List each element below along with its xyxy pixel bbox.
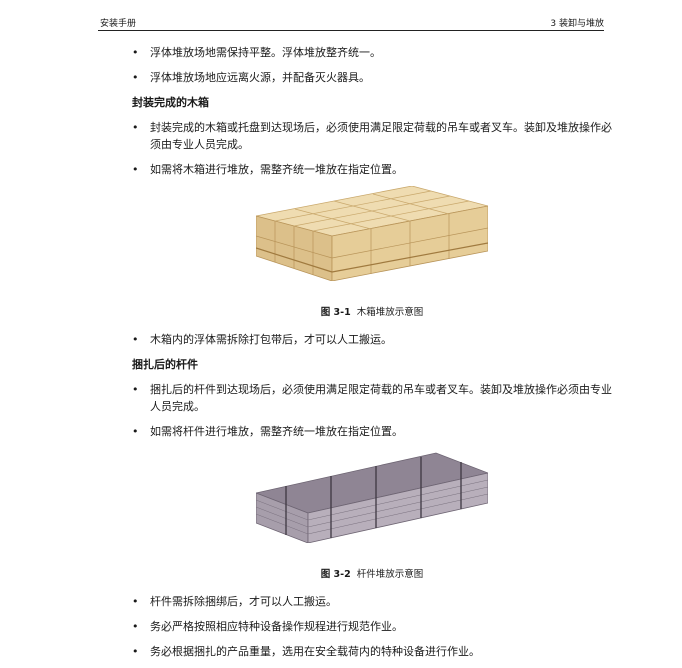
figure-caption-text: 木箱堆放示意图 [356,307,424,318]
section-heading: 封装完成的木箱 [132,96,209,109]
section-heading: 捆扎后的杆件 [132,358,198,371]
bullet-item: 浮体堆放场地应远离火源，并配备灭火器具。 [132,69,612,86]
figure-caption-text: 杆件堆放示意图 [356,569,424,580]
crate-stack-illustration [256,186,488,281]
figure-number: 图 3-2 [320,569,351,580]
header-chapter: 3 装卸与堆放 [550,19,604,29]
bullet-item: 捆扎后的杆件到达现场后，必须使用满足限定荷载的吊车或者叉车。装卸及堆放操作必须由… [132,381,612,415]
rod-bundle-illustration [256,452,488,543]
figure-caption: 图 3-2 杆件堆放示意图 [132,566,612,583]
bullet-item: 封装完成的木箱或托盘到达现场后，必须使用满足限定荷载的吊车或者叉车。装卸及堆放操… [132,119,612,153]
rod-figure [132,448,612,560]
bullet-item: 务必严格按照相应特种设备操作规程进行规范作业。 [132,618,612,635]
bullet-item: 如需将木箱进行堆放，需整齐统一堆放在指定位置。 [132,161,612,178]
figure-number: 图 3-1 [320,307,351,318]
page-header: 安装手册 3 装卸与堆放 [98,10,604,31]
bullet-item: 浮体堆放场地需保持平整。浮体堆放整齐统一。 [132,44,612,61]
header-title: 安装手册 [100,19,137,29]
page-content: 浮体堆放场地需保持平整。浮体堆放整齐统一。 浮体堆放场地应远离火源，并配备灭火器… [132,44,612,668]
bullet-item: 杆件需拆除捆绑后，才可以人工搬运。 [132,593,612,610]
crate-figure [132,186,612,298]
bullet-item: 务必根据捆扎的产品重量，选用在安全载荷内的特种设备进行作业。 [132,643,612,660]
bullet-item: 木箱内的浮体需拆除打包带后，才可以人工搬运。 [132,331,612,348]
figure-caption: 图 3-1 木箱堆放示意图 [132,304,612,321]
bullet-item: 如需将杆件进行堆放，需整齐统一堆放在指定位置。 [132,423,612,440]
